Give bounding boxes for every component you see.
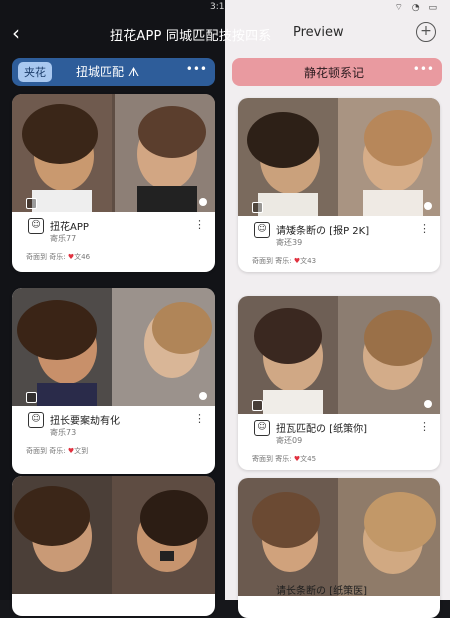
card-sub: 寄乐73	[50, 428, 77, 437]
preview-label: Preview	[293, 25, 344, 40]
photo	[12, 288, 215, 406]
card-meta: 奇面到 奇乐: ♥文到	[26, 447, 89, 455]
card-name: 请长条断の [纸策医]	[276, 586, 367, 597]
profile-card[interactable]: ☺ 请矮条断の [报P 2K] ⋮ 寄还39 奇面到 寄乐: ♥文43	[238, 98, 440, 272]
profile-card[interactable]: 请长条断の [纸策医]	[238, 478, 440, 618]
card-sub: 寄乐77	[50, 234, 77, 243]
status-time: 3:1	[210, 2, 225, 12]
plus-icon[interactable]: +	[416, 22, 436, 42]
right-panel-title: 静花顿系记	[304, 66, 365, 80]
card-meta: 寄面到 寄乐: ♥文45	[252, 455, 317, 463]
card-name: 扭花APP	[50, 222, 89, 233]
more-icon[interactable]: ⋮	[194, 218, 205, 231]
favorite-icon[interactable]	[199, 392, 207, 400]
more-icon[interactable]: ⋮	[419, 420, 430, 433]
right-panel-header: 静花顿系记 •••	[232, 58, 442, 86]
page-title: 扭花APP 同城匹配技按四系	[110, 29, 272, 44]
card-meta: 奇面到 寄乐: ♥文43	[252, 257, 317, 265]
avatar-icon: ☺	[28, 412, 44, 428]
photo	[12, 476, 215, 594]
left-panel-header: 夹花 扭城匹配 ᗑ •••	[12, 58, 215, 86]
badge-icon	[252, 202, 263, 213]
profile-card[interactable]: ☺ 扭瓦匹配の [纸策你] ⋮ 寄还09 寄面到 寄乐: ♥文45	[238, 296, 440, 470]
photo	[12, 94, 215, 212]
photo	[238, 296, 440, 414]
avatar-icon: ☺	[254, 420, 270, 436]
more-icon[interactable]: ⋮	[419, 222, 430, 235]
avatar-icon: ☺	[28, 218, 44, 234]
card-sub: 寄还39	[276, 238, 303, 247]
photo	[238, 478, 440, 596]
card-sub: 寄还09	[276, 436, 303, 445]
status-bar: 3:1 ⌔ ◔ ▭	[0, 0, 450, 16]
card-name: 扭瓦匹配の [纸策你]	[276, 424, 367, 435]
more-icon[interactable]: •••	[413, 62, 434, 76]
top-bar: ‹ 扭花APP 同城匹配技按四系 Preview +	[0, 16, 450, 54]
profile-card[interactable]	[12, 476, 215, 616]
photo	[238, 98, 440, 216]
favorite-icon[interactable]	[424, 400, 432, 408]
profile-card[interactable]: ☺ 扭长要案劫有化 ⋮ 寄乐73 奇面到 奇乐: ♥文到	[12, 288, 215, 474]
status-icons: ⌔ ◔ ▭	[394, 3, 440, 13]
card-name: 扭长要案劫有化	[50, 416, 120, 427]
avatar-icon: ☺	[254, 222, 270, 238]
badge-icon	[26, 198, 37, 209]
more-icon[interactable]: ⋮	[194, 412, 205, 425]
more-icon[interactable]: •••	[186, 62, 207, 76]
favorite-icon[interactable]	[424, 202, 432, 210]
back-icon[interactable]: ‹	[12, 22, 34, 44]
favorite-icon[interactable]	[199, 198, 207, 206]
badge-icon	[252, 400, 263, 411]
profile-card[interactable]: ☺ 扭花APP ⋮ 寄乐77 奇面到 奇乐: ♥文46	[12, 94, 215, 272]
card-meta: 奇面到 奇乐: ♥文46	[26, 253, 91, 261]
left-panel-tag[interactable]: 夹花	[18, 62, 52, 82]
card-name: 请矮条断の [报P 2K]	[276, 226, 370, 237]
left-panel-title: 扭城匹配 ᗑ	[76, 65, 140, 79]
badge-icon	[26, 392, 37, 403]
